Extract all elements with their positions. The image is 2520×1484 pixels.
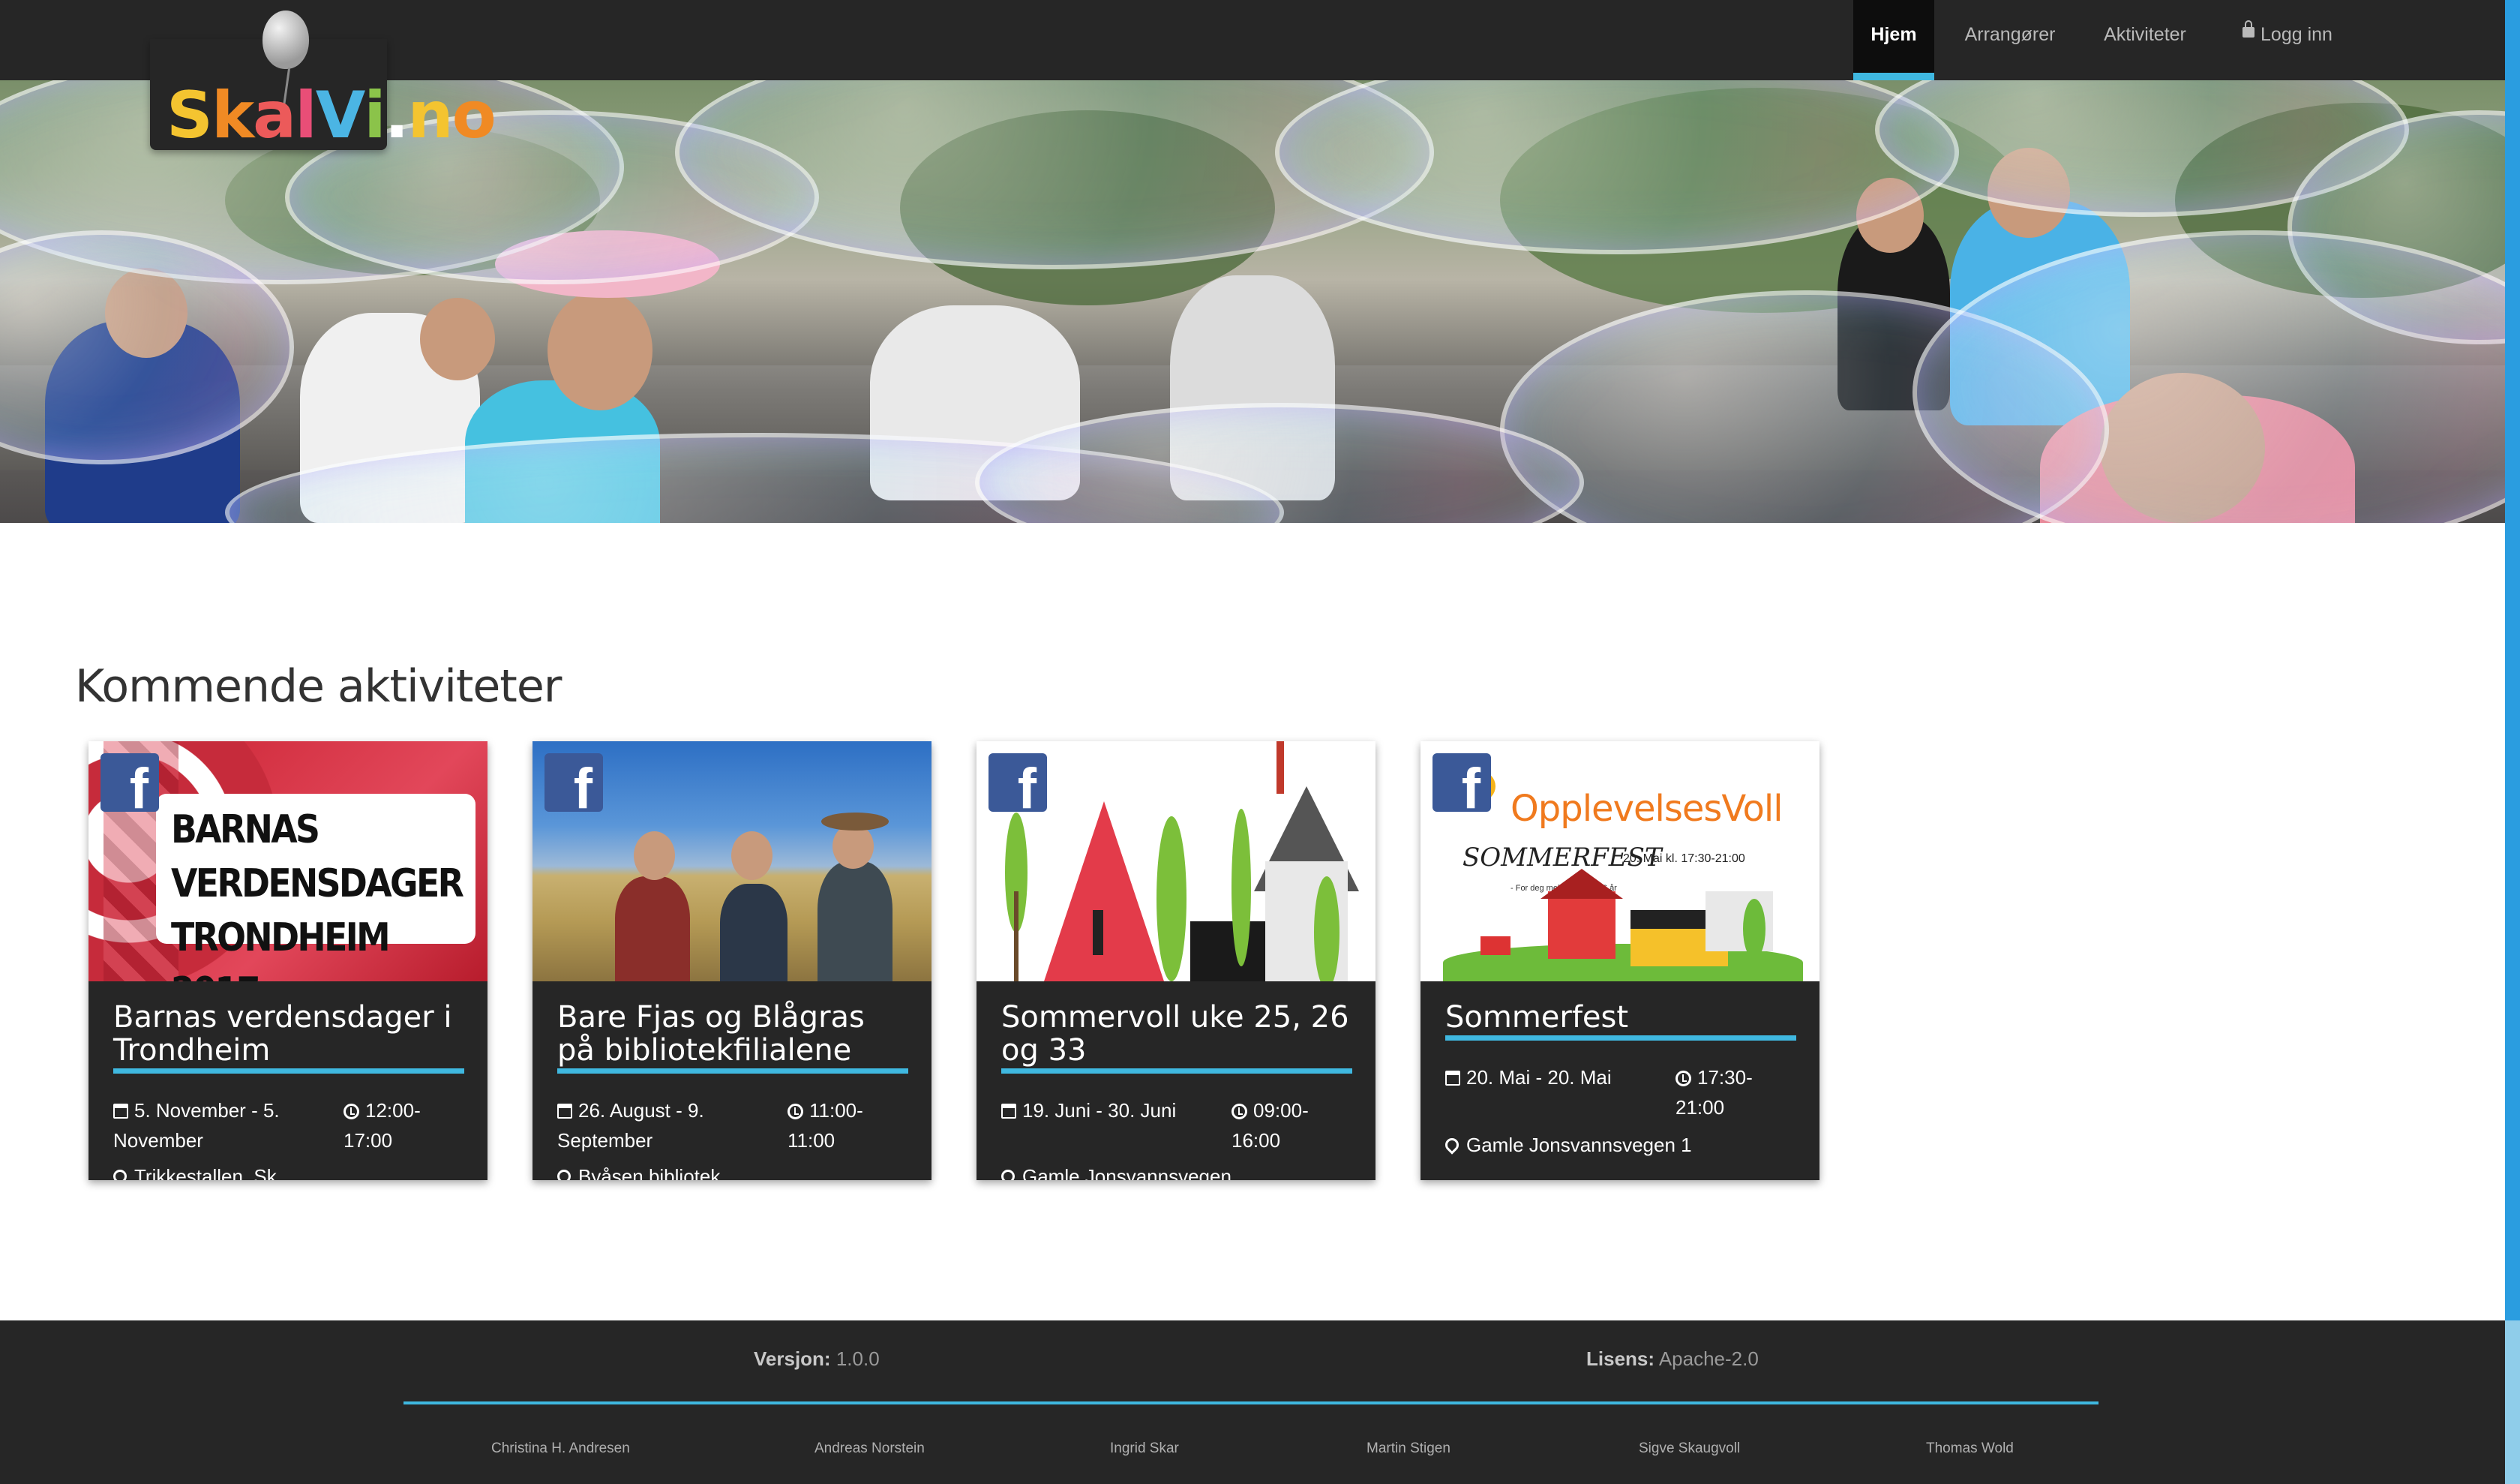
calendar-icon [1445, 1071, 1460, 1086]
card-time: 12:00-17:00 [344, 1095, 456, 1155]
footer-author: Andreas Norstein [814, 1440, 925, 1456]
card-location-text: Byåsen bibliotek [578, 1165, 721, 1180]
footer-divider [404, 1401, 2098, 1404]
logo-letter: V [315, 78, 366, 153]
card-date: 19. Juni - 30. Juni [1001, 1095, 1204, 1125]
balloon-icon [262, 11, 309, 69]
footer-author: Sigve Skaugvoll [1639, 1440, 1741, 1456]
card-title: Sommervoll uke 25, 26 og 33 [1001, 1001, 1352, 1074]
logo-letter: S [166, 78, 213, 153]
footer-author: Christina H. Andresen [491, 1440, 630, 1456]
footer-license: Lisens: Apache-2.0 [1586, 1347, 1759, 1371]
lock-icon [2242, 20, 2255, 38]
footer-license-value: Apache-2.0 [1658, 1347, 1759, 1370]
card-date-text: 20. Mai - 20. Mai [1466, 1066, 1612, 1089]
facebook-icon[interactable]: f [544, 753, 603, 821]
footer-license-label: Lisens: [1586, 1347, 1655, 1370]
card-location: Gamle Jonsvannsvegen [998, 1161, 1232, 1180]
nav-organizers-label: Arrangører [1964, 24, 2056, 45]
activity-card-1[interactable]: BARNAS VERDENSDAGER TRONDHEIM 2017 f Bar… [88, 741, 488, 1180]
card-location-text: Gamle Jonsvannsvegen 1 [1466, 1134, 1692, 1156]
map-pin-icon [110, 1167, 130, 1180]
card-title: Barnas verdensdager i Trondheim [113, 1001, 464, 1074]
card-date-text: 26. August - 9. September [557, 1099, 704, 1152]
card-image-text: TRONDHEIM 2017 [171, 915, 391, 981]
logo-letter: n [407, 78, 453, 153]
card-time: 09:00-16:00 [1232, 1095, 1344, 1155]
map-pin-icon [998, 1167, 1018, 1180]
logo[interactable]: SkalVi.no [150, 11, 496, 153]
clock-icon [1232, 1104, 1247, 1119]
card-time: 11:00-11:00 [788, 1095, 900, 1155]
clock-icon [344, 1104, 359, 1119]
logo-letter: o [452, 78, 496, 153]
activity-card-2[interactable]: f Bare Fjas og Blågras på bibliotekfilia… [532, 741, 932, 1180]
card-location-text: Gamle Jonsvannsvegen [1022, 1165, 1232, 1180]
map-pin-icon [1442, 1135, 1462, 1155]
card-title: Sommerfest [1445, 1001, 1796, 1041]
card-image-text: 20. Mai kl. 17:30-21:00 [1623, 852, 1745, 865]
section-title: Kommende aktiviteter [75, 660, 562, 713]
card-location: Byåsen bibliotek [554, 1161, 721, 1180]
calendar-icon [1001, 1104, 1016, 1119]
logo-text: SkalVi.no [166, 78, 496, 153]
footer-author: Martin Stigen [1366, 1440, 1450, 1456]
activity-card-3[interactable]: f Sommervoll uke 25, 26 og 33 19. Juni -… [976, 741, 1376, 1180]
scrollbar[interactable] [2505, 0, 2520, 1484]
card-location: Trikkestallen, Sk [110, 1161, 277, 1180]
footer-author: Ingrid Skar [1110, 1440, 1179, 1456]
calendar-icon [557, 1104, 572, 1119]
card-location: Gamle Jonsvannsvegen 1 [1442, 1130, 1692, 1160]
nav-home[interactable]: Hjem [1853, 0, 1934, 80]
nav-activities-label: Aktiviteter [2104, 24, 2186, 45]
card-date-text: 5. November - 5. November [113, 1099, 280, 1152]
card-time: 17:30-21:00 [1676, 1062, 1788, 1122]
card-title: Bare Fjas og Blågras på bibliotekfiliale… [557, 1001, 908, 1074]
card-date: 20. Mai - 20. Mai [1445, 1062, 1648, 1092]
logo-letter: a [253, 78, 296, 153]
clock-icon [1676, 1071, 1691, 1086]
calendar-icon [113, 1104, 128, 1119]
card-date-text: 19. Juni - 30. Juni [1022, 1099, 1177, 1122]
clock-icon [788, 1104, 803, 1119]
nav-login[interactable]: Logg inn [2235, 0, 2340, 80]
card-location-text: Trikkestallen, Sk [134, 1165, 277, 1180]
facebook-icon[interactable]: f [1432, 753, 1491, 821]
activity-card-4[interactable]: OpplevelsesVoll SOMMERFEST 20. Mai kl. 1… [1420, 741, 1820, 1180]
footer-author: Thomas Wold [1926, 1440, 2014, 1456]
nav-organizers[interactable]: Arrangører [1958, 0, 2062, 80]
logo-letter: i [364, 78, 386, 153]
card-date: 5. November - 5. November [113, 1095, 316, 1155]
footer-version-label: Versjon: [754, 1347, 831, 1370]
footer-version-value: 1.0.0 [836, 1347, 880, 1370]
logo-letter: k [211, 78, 254, 153]
logo-letter: . [384, 78, 410, 153]
nav-login-label: Logg inn [2260, 24, 2332, 45]
footer: Versjon: 1.0.0 Lisens: Apache-2.0 Christ… [0, 1320, 2505, 1484]
facebook-icon[interactable]: f [988, 753, 1047, 821]
footer-version: Versjon: 1.0.0 [754, 1347, 880, 1371]
card-date: 26. August - 9. September [557, 1095, 760, 1155]
map-pin-icon [554, 1167, 574, 1180]
nav-activities[interactable]: Aktiviteter [2096, 0, 2194, 80]
facebook-icon[interactable]: f [100, 753, 159, 821]
nav-home-label: Hjem [1870, 24, 1917, 45]
logo-letter: l [295, 78, 317, 153]
card-image-text: OpplevelsesVoll [1510, 788, 1784, 830]
card-image-text: BARNAS VERDENSDAGER [171, 807, 464, 906]
